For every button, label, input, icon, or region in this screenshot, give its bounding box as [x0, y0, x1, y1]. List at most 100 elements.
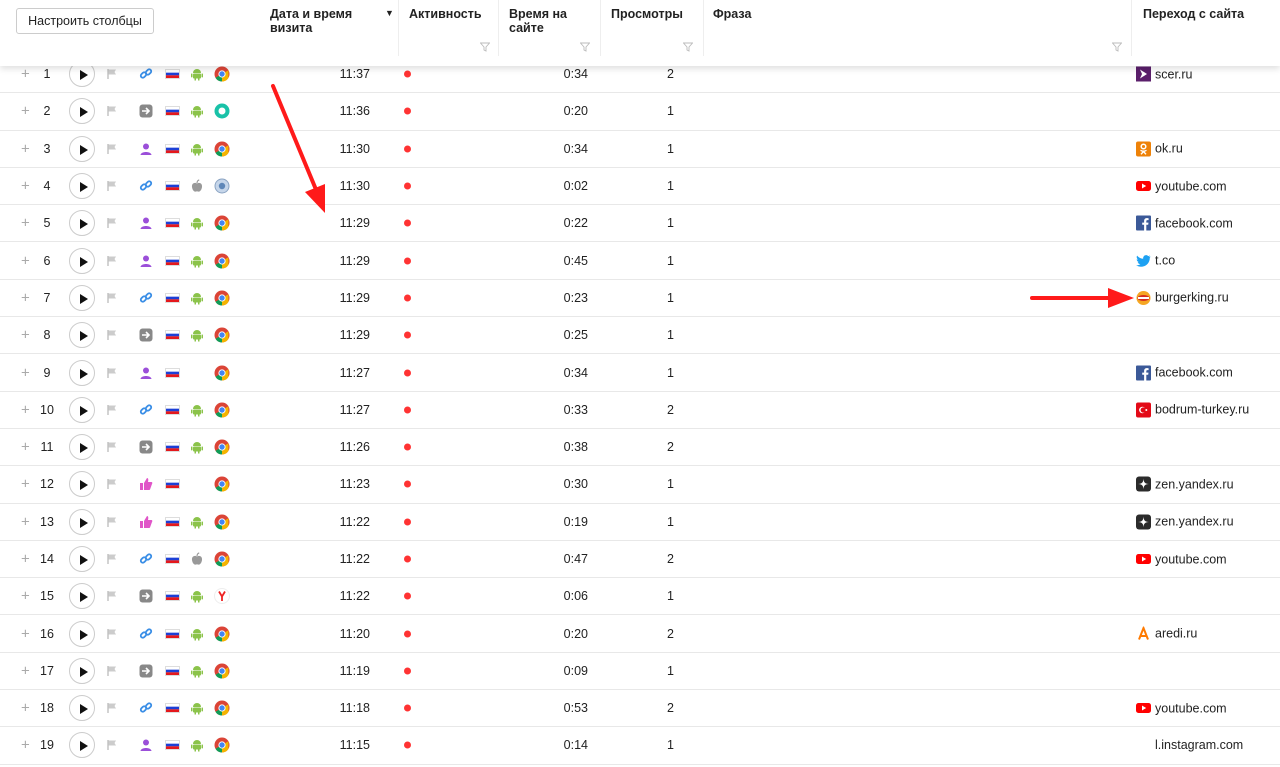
flag-icon[interactable]: [106, 68, 118, 80]
expand-icon[interactable]: +: [21, 401, 30, 418]
play-recording-button[interactable]: [69, 620, 95, 647]
column-header-referrer[interactable]: Переход с сайта: [1143, 7, 1244, 21]
play-recording-button[interactable]: [69, 508, 95, 535]
filter-icon[interactable]: [683, 42, 693, 52]
table-row[interactable]: +17 11:19 0:09 1: [0, 653, 1280, 691]
expand-icon[interactable]: +: [21, 551, 30, 568]
table-row[interactable]: +14 11:22 0:47 2 youtube.com: [0, 541, 1280, 579]
referrer-link[interactable]: youtube.com: [1136, 552, 1227, 567]
play-recording-button[interactable]: [69, 546, 95, 572]
flag-icon[interactable]: [106, 180, 118, 192]
column-header-views[interactable]: Просмотры: [611, 7, 683, 21]
expand-icon[interactable]: +: [21, 66, 30, 83]
play-recording-button[interactable]: [69, 135, 95, 162]
column-header-activity[interactable]: Активность: [409, 7, 482, 21]
table-row[interactable]: +13 11:22 0:19 1 zen.yandex.ru: [0, 504, 1280, 541]
referrer-link[interactable]: t.co: [1136, 253, 1175, 268]
table-row[interactable]: +4 11:30 0:02 1 youtube.com: [0, 168, 1280, 206]
expand-icon[interactable]: +: [21, 476, 30, 493]
referrer-link[interactable]: l.instagram.com: [1136, 738, 1243, 752]
table-row[interactable]: +5 11:29 0:22 1 facebook.com: [0, 205, 1280, 243]
referrer-link[interactable]: facebook.com: [1136, 215, 1233, 231]
flag-icon[interactable]: [106, 329, 118, 341]
expand-icon[interactable]: +: [21, 252, 30, 269]
expand-icon[interactable]: +: [21, 737, 30, 754]
table-row[interactable]: +12 11:23 0:30 1 zen.yandex.ru: [0, 466, 1280, 504]
flag-icon[interactable]: [106, 255, 118, 267]
referrer-link[interactable]: ok.ru: [1136, 141, 1183, 157]
expand-icon[interactable]: +: [21, 327, 30, 344]
referrer-link[interactable]: youtube.com: [1136, 179, 1227, 194]
referrer-link[interactable]: burgerking.ru: [1136, 290, 1229, 305]
filter-icon[interactable]: [580, 42, 590, 52]
table-row[interactable]: +9 11:27 0:34 1 facebook.com: [0, 354, 1280, 392]
table-row[interactable]: +7 11:29 0:23 1 burgerking.ru: [0, 280, 1280, 318]
expand-icon[interactable]: +: [21, 178, 30, 195]
table-row[interactable]: +19 11:15 0:14 1 l.instagram.com: [0, 727, 1280, 765]
table-row[interactable]: +10 11:27 0:33 2 bodrum-turkey.ru: [0, 392, 1280, 429]
referrer-link[interactable]: bodrum-turkey.ru: [1136, 402, 1249, 418]
flag-icon[interactable]: [106, 665, 118, 677]
expand-icon[interactable]: +: [21, 513, 30, 530]
flag-icon[interactable]: [106, 441, 118, 453]
table-row[interactable]: +16 11:20 0:20 2 aredi.ru: [0, 615, 1280, 653]
play-recording-button[interactable]: [69, 434, 95, 461]
flag-icon[interactable]: [106, 478, 118, 490]
column-header-phrase[interactable]: Фраза: [713, 7, 751, 21]
table-row[interactable]: +6 11:29 0:45 1 t.co: [0, 242, 1280, 280]
flag-icon[interactable]: [106, 292, 118, 304]
expand-icon[interactable]: +: [21, 439, 30, 456]
flag-icon[interactable]: [106, 404, 118, 416]
flag-icon[interactable]: [106, 590, 118, 602]
expand-icon[interactable]: +: [21, 289, 30, 306]
table-row[interactable]: +18 11:18 0:53 2 youtube.com: [0, 690, 1280, 728]
referrer-link[interactable]: aredi.ru: [1136, 626, 1197, 641]
column-header-time-on-site[interactable]: Время на сайте: [509, 7, 579, 35]
play-recording-button[interactable]: [69, 396, 95, 423]
referrer-link[interactable]: facebook.com: [1136, 365, 1233, 381]
column-header-datetime[interactable]: Дата и время визита: [270, 7, 380, 35]
table-row[interactable]: +8 11:29 0:25 1: [0, 317, 1280, 355]
play-recording-button[interactable]: [69, 359, 95, 386]
flag-icon[interactable]: [106, 739, 118, 751]
play-recording-button[interactable]: [69, 284, 95, 311]
play-recording-button[interactable]: [69, 247, 95, 274]
table-row[interactable]: +15 11:22 0:06 1: [0, 578, 1280, 616]
referrer-link[interactable]: zen.yandex.ru: [1136, 476, 1234, 492]
play-recording-button[interactable]: [69, 173, 95, 200]
table-row[interactable]: +11 11:26 0:38 2: [0, 429, 1280, 467]
sort-desc-icon[interactable]: ▼: [385, 8, 394, 18]
play-recording-button[interactable]: [69, 657, 95, 684]
play-recording-button[interactable]: [69, 583, 95, 610]
flag-icon[interactable]: [106, 143, 118, 155]
flag-icon[interactable]: [106, 105, 118, 117]
expand-icon[interactable]: +: [21, 588, 30, 605]
filter-icon[interactable]: [1112, 42, 1122, 52]
play-recording-button[interactable]: [69, 210, 95, 237]
expand-icon[interactable]: +: [21, 215, 30, 232]
play-recording-button[interactable]: [69, 695, 95, 722]
flag-icon[interactable]: [106, 516, 118, 528]
expand-icon[interactable]: +: [21, 700, 30, 717]
play-recording-button[interactable]: [69, 322, 95, 349]
referrer-link[interactable]: scer.ru: [1136, 66, 1193, 82]
expand-icon[interactable]: +: [21, 103, 30, 120]
expand-icon[interactable]: +: [21, 140, 30, 157]
expand-icon[interactable]: +: [21, 364, 30, 381]
referrer-link[interactable]: youtube.com: [1136, 701, 1227, 716]
expand-icon[interactable]: +: [21, 625, 30, 642]
play-recording-button[interactable]: [69, 98, 95, 125]
flag-icon[interactable]: [106, 628, 118, 640]
flag-icon[interactable]: [106, 553, 118, 565]
flag-icon[interactable]: [106, 702, 118, 714]
expand-icon[interactable]: +: [21, 662, 30, 679]
table-row[interactable]: +2 11:36 0:20 1: [0, 93, 1280, 131]
filter-icon[interactable]: [480, 42, 490, 52]
flag-icon[interactable]: [106, 367, 118, 379]
play-recording-button[interactable]: [69, 732, 95, 759]
referrer-link[interactable]: zen.yandex.ru: [1136, 514, 1234, 530]
configure-columns-button[interactable]: Настроить столбцы: [16, 8, 154, 34]
table-row[interactable]: +3 11:30 0:34 1 ok.ru: [0, 131, 1280, 168]
flag-icon[interactable]: [106, 217, 118, 229]
play-recording-button[interactable]: [69, 471, 95, 498]
